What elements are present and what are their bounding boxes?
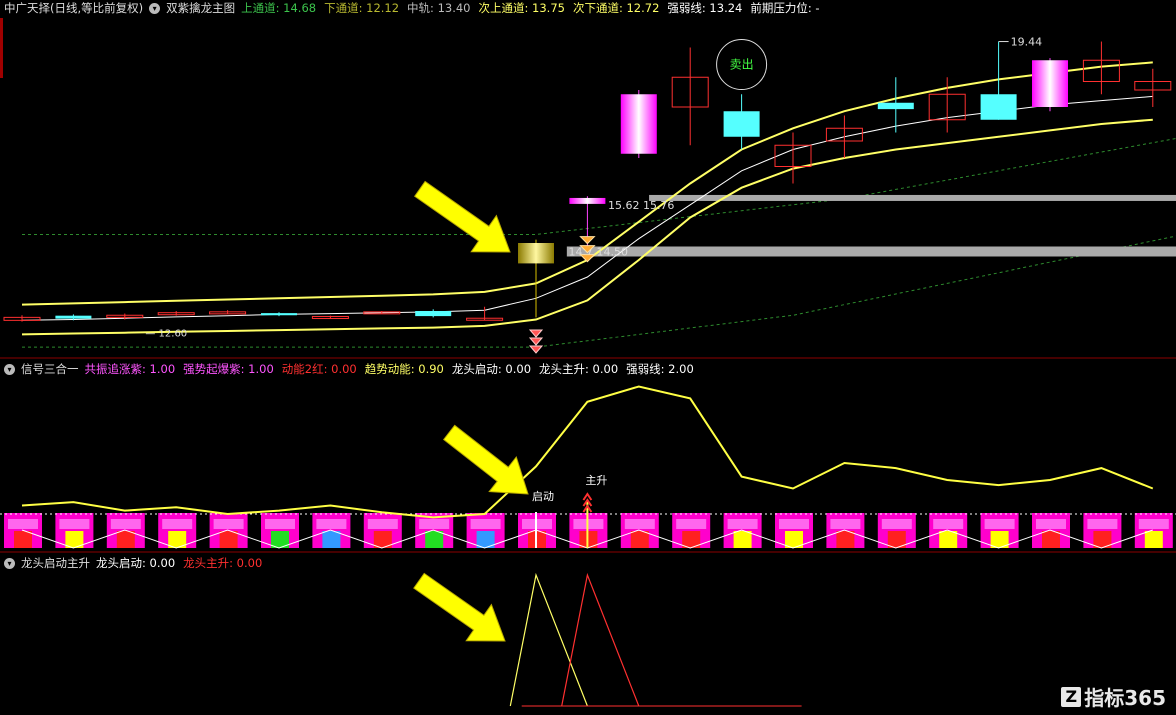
price-label: 15.62 15.76 bbox=[608, 199, 674, 212]
watermark: Z 指标365 bbox=[1061, 682, 1166, 711]
candle-body bbox=[415, 311, 452, 317]
signal-block bbox=[733, 531, 752, 548]
high-price-label: 19.44 bbox=[1011, 36, 1043, 49]
candle-body bbox=[980, 94, 1017, 120]
candle-body bbox=[55, 315, 92, 319]
rise-label: 主升 bbox=[585, 474, 607, 487]
low-price-label: — 12.60 bbox=[145, 328, 187, 339]
candle-body bbox=[877, 102, 914, 110]
pointer-arrow-icon bbox=[413, 572, 506, 642]
signal-block bbox=[779, 519, 809, 529]
signal-block bbox=[14, 531, 32, 548]
signal-block bbox=[1087, 519, 1118, 529]
signal-block bbox=[8, 519, 38, 529]
pointer-arrow-icon bbox=[414, 180, 511, 253]
series-line bbox=[509, 572, 588, 707]
signal-block bbox=[116, 531, 135, 548]
candle-body bbox=[569, 197, 606, 204]
signal-block bbox=[984, 519, 1015, 529]
left-edge-marker bbox=[0, 18, 3, 78]
signal-block bbox=[1138, 519, 1169, 529]
pointer-arrow-icon bbox=[443, 424, 529, 495]
signal-block bbox=[425, 531, 444, 548]
chart-canvas[interactable]: 19.44 — 12.60 15.62 15.76 14.7 14.50 卖出启动 主升 bbox=[0, 0, 1176, 715]
buy-diamond-icon bbox=[528, 337, 544, 346]
buy-diamond-icon bbox=[528, 345, 544, 354]
signal-block bbox=[110, 519, 141, 529]
signal-block bbox=[676, 519, 707, 529]
signal-block bbox=[59, 519, 90, 529]
signal-block bbox=[322, 531, 341, 548]
signal-block bbox=[830, 519, 861, 529]
signal-block bbox=[933, 519, 964, 529]
start-label: 启动 bbox=[532, 490, 554, 503]
signal-block bbox=[162, 519, 193, 529]
series-line bbox=[561, 572, 640, 707]
signal-block bbox=[727, 519, 758, 529]
signal-block bbox=[836, 531, 855, 548]
watermark-text: 指标365 bbox=[1084, 686, 1166, 710]
watermark-logo-icon: Z bbox=[1061, 686, 1082, 707]
signal-block bbox=[630, 531, 649, 548]
signal-block bbox=[881, 519, 912, 529]
signal-block bbox=[624, 519, 655, 529]
sell-label: 卖出 bbox=[730, 58, 754, 72]
candle-body bbox=[723, 111, 760, 137]
signal-block bbox=[939, 531, 958, 548]
trend-momentum-line bbox=[21, 385, 1154, 519]
signal-block bbox=[470, 519, 501, 529]
price-label: 14.7 14.50 bbox=[569, 246, 628, 259]
candle-body bbox=[518, 243, 554, 264]
buy-diamond-icon bbox=[528, 329, 544, 338]
candle-body bbox=[261, 313, 297, 316]
candle-body bbox=[1032, 60, 1068, 107]
candle-body bbox=[620, 94, 657, 154]
signal-block bbox=[367, 519, 398, 529]
signal-block bbox=[1036, 519, 1066, 529]
signal-block bbox=[1144, 531, 1163, 548]
signal-block bbox=[265, 519, 295, 529]
signal-block bbox=[219, 531, 238, 548]
upper-dashed-trend bbox=[22, 137, 1176, 235]
signal-block bbox=[1042, 531, 1060, 548]
rise-diamond-icon bbox=[579, 236, 596, 245]
signal-block bbox=[419, 519, 450, 529]
signal-block bbox=[316, 519, 347, 529]
signal-block bbox=[213, 519, 244, 529]
resistance-band bbox=[566, 246, 1176, 257]
